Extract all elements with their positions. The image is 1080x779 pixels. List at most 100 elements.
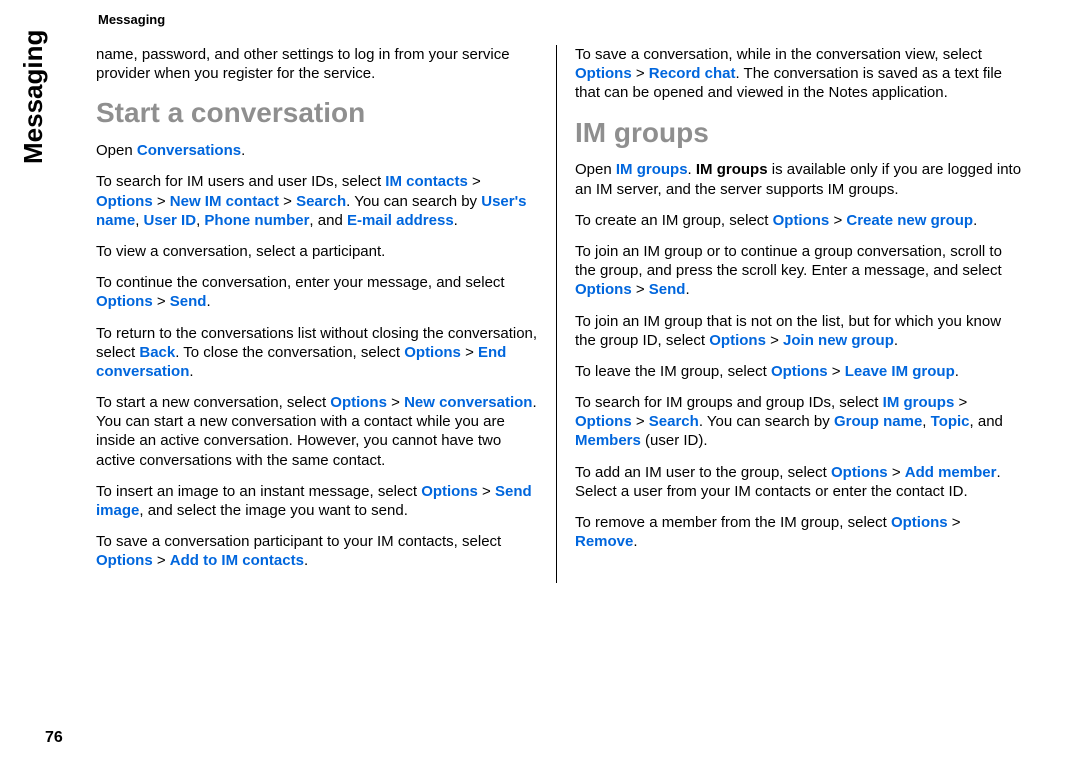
text: . (894, 332, 898, 349)
text: > (478, 483, 495, 500)
section-heading-start-conversation: Start a conversation (96, 95, 538, 131)
link-options[interactable]: Options (421, 483, 478, 500)
remove-member: To remove a member from the IM group, se… (575, 513, 1026, 551)
link-search[interactable]: Search (296, 193, 346, 210)
link-options[interactable]: Options (96, 552, 153, 569)
link-phone-number[interactable]: Phone number (204, 212, 309, 229)
link-options[interactable]: Options (831, 464, 888, 481)
page-number: 76 (45, 729, 63, 747)
text: . (955, 363, 959, 380)
text: . (241, 142, 245, 159)
text: . (688, 161, 696, 178)
left-column: name, password, and other settings to lo… (96, 45, 556, 583)
link-join-new-group[interactable]: Join new group (783, 332, 894, 349)
text: To start a new conversation, select (96, 394, 330, 411)
link-group-name[interactable]: Group name (834, 413, 922, 430)
link-options[interactable]: Options (96, 293, 153, 310)
right-column: To save a conversation, while in the con… (556, 45, 1026, 583)
link-options[interactable]: Options (575, 413, 632, 430)
link-options[interactable]: Options (891, 514, 948, 531)
text: . You can search by (699, 413, 834, 430)
text: To search for IM groups and group IDs, s… (575, 394, 883, 411)
link-leave-im-group[interactable]: Leave IM group (845, 363, 955, 380)
text: > (948, 514, 961, 531)
open-im-groups: Open IM groups. IM groups is available o… (575, 160, 1026, 198)
text: (user ID). (641, 432, 708, 449)
text: To save a conversation participant to yo… (96, 533, 501, 550)
link-send[interactable]: Send (649, 281, 686, 298)
link-members[interactable]: Members (575, 432, 641, 449)
text: > (766, 332, 783, 349)
text: To create an IM group, select (575, 212, 773, 229)
text: To add an IM user to the group, select (575, 464, 831, 481)
link-search[interactable]: Search (649, 413, 699, 430)
bold-im-groups: IM groups (696, 161, 768, 178)
link-add-to-im-contacts[interactable]: Add to IM contacts (170, 552, 304, 569)
text: . (685, 281, 689, 298)
text: > (632, 281, 649, 298)
leave-im-group: To leave the IM group, select Options > … (575, 362, 1026, 381)
text: , and (970, 413, 1003, 430)
text: To save a conversation, while in the con… (575, 46, 982, 63)
link-im-groups[interactable]: IM groups (883, 394, 955, 411)
link-options[interactable]: Options (404, 344, 461, 361)
link-options[interactable]: Options (575, 65, 632, 82)
link-conversations[interactable]: Conversations (137, 142, 241, 159)
side-tab-label: Messaging (20, 0, 46, 164)
text: > (387, 394, 404, 411)
link-email-address[interactable]: E-mail address (347, 212, 454, 229)
insert-image: To insert an image to an instant message… (96, 482, 538, 520)
save-participant: To save a conversation participant to yo… (96, 532, 538, 570)
join-new-group: To join an IM group that is not on the l… (575, 312, 1026, 350)
continue-conversation: To continue the conversation, enter your… (96, 273, 538, 311)
text: To search for IM users and user IDs, sel… (96, 173, 385, 190)
text: > (153, 552, 170, 569)
link-add-member[interactable]: Add member (905, 464, 997, 481)
link-remove[interactable]: Remove (575, 533, 633, 550)
text: To continue the conversation, enter your… (96, 274, 505, 291)
text: , (922, 413, 930, 430)
text: > (828, 363, 845, 380)
text: > (632, 65, 649, 82)
text: > (461, 344, 478, 361)
text: To leave the IM group, select (575, 363, 771, 380)
link-im-contacts[interactable]: IM contacts (385, 173, 468, 190)
text: . (304, 552, 308, 569)
link-record-chat[interactable]: Record chat (649, 65, 736, 82)
return-close-conversation: To return to the conversations list with… (96, 324, 538, 382)
page-header: Messaging (98, 12, 1040, 27)
text: > (888, 464, 905, 481)
add-im-user: To add an IM user to the group, select O… (575, 463, 1026, 501)
text: , and (309, 212, 347, 229)
link-topic[interactable]: Topic (931, 413, 970, 430)
link-options[interactable]: Options (709, 332, 766, 349)
link-options[interactable]: Options (96, 193, 153, 210)
link-new-im-contact[interactable]: New IM contact (170, 193, 279, 210)
view-conversation: To view a conversation, select a partici… (96, 242, 538, 261)
text: . (973, 212, 977, 229)
page: Messaging Messaging name, password, and … (0, 0, 1080, 779)
link-create-new-group[interactable]: Create new group (846, 212, 973, 229)
link-new-conversation[interactable]: New conversation (404, 394, 532, 411)
link-options[interactable]: Options (771, 363, 828, 380)
link-options[interactable]: Options (575, 281, 632, 298)
text: , and select the image you want to send. (139, 502, 408, 519)
text: > (632, 413, 649, 430)
open-conversations-line: Open Conversations. (96, 141, 538, 160)
text: . (189, 363, 193, 380)
join-im-group: To join an IM group or to continue a gro… (575, 242, 1026, 300)
text: > (153, 293, 170, 310)
link-send[interactable]: Send (170, 293, 207, 310)
link-user-id[interactable]: User ID (144, 212, 197, 229)
link-options[interactable]: Options (330, 394, 387, 411)
search-im-groups: To search for IM groups and group IDs, s… (575, 393, 1026, 451)
link-back[interactable]: Back (139, 344, 175, 361)
link-options[interactable]: Options (773, 212, 830, 229)
text: , (135, 212, 143, 229)
text: . (454, 212, 458, 229)
text: > (954, 394, 967, 411)
link-im-groups[interactable]: IM groups (616, 161, 688, 178)
text: Open (575, 161, 616, 178)
text: Open (96, 142, 137, 159)
text: . (206, 293, 210, 310)
